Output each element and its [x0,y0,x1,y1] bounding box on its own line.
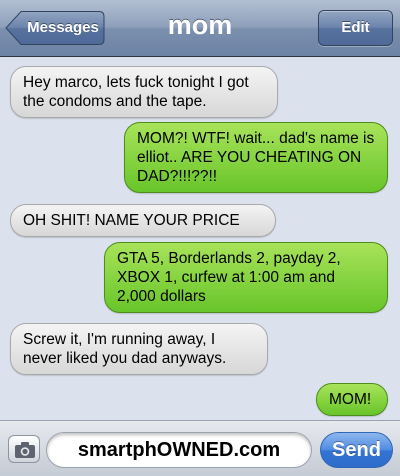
message-bubble-incoming: Screw it, I'm running away, I never like… [10,323,268,375]
camera-button[interactable] [8,435,40,463]
message-bubble-incoming: OH SHIT! NAME YOUR PRICE [10,204,276,237]
message-input-field[interactable]: smartphOWNED.com [46,432,312,468]
camera-icon [15,442,35,458]
compose-bar: smartphOWNED.com Send [0,420,400,476]
edit-button[interactable]: Edit [318,10,393,46]
navigation-bar: Messages mom Edit [0,0,400,57]
message-bubble-outgoing: MOM?! WTF! wait... dad's name is elliot.… [124,122,388,193]
message-bubble-incoming: Hey marco, lets fuck tonight I got the c… [10,66,278,118]
message-bubble-outgoing: GTA 5, Borderlands 2, payday 2, XBOX 1, … [104,242,388,313]
send-button[interactable]: Send [320,432,393,468]
message-bubble-outgoing: MOM! [316,383,388,416]
message-thread[interactable]: Hey marco, lets fuck tonight I got the c… [0,58,400,420]
